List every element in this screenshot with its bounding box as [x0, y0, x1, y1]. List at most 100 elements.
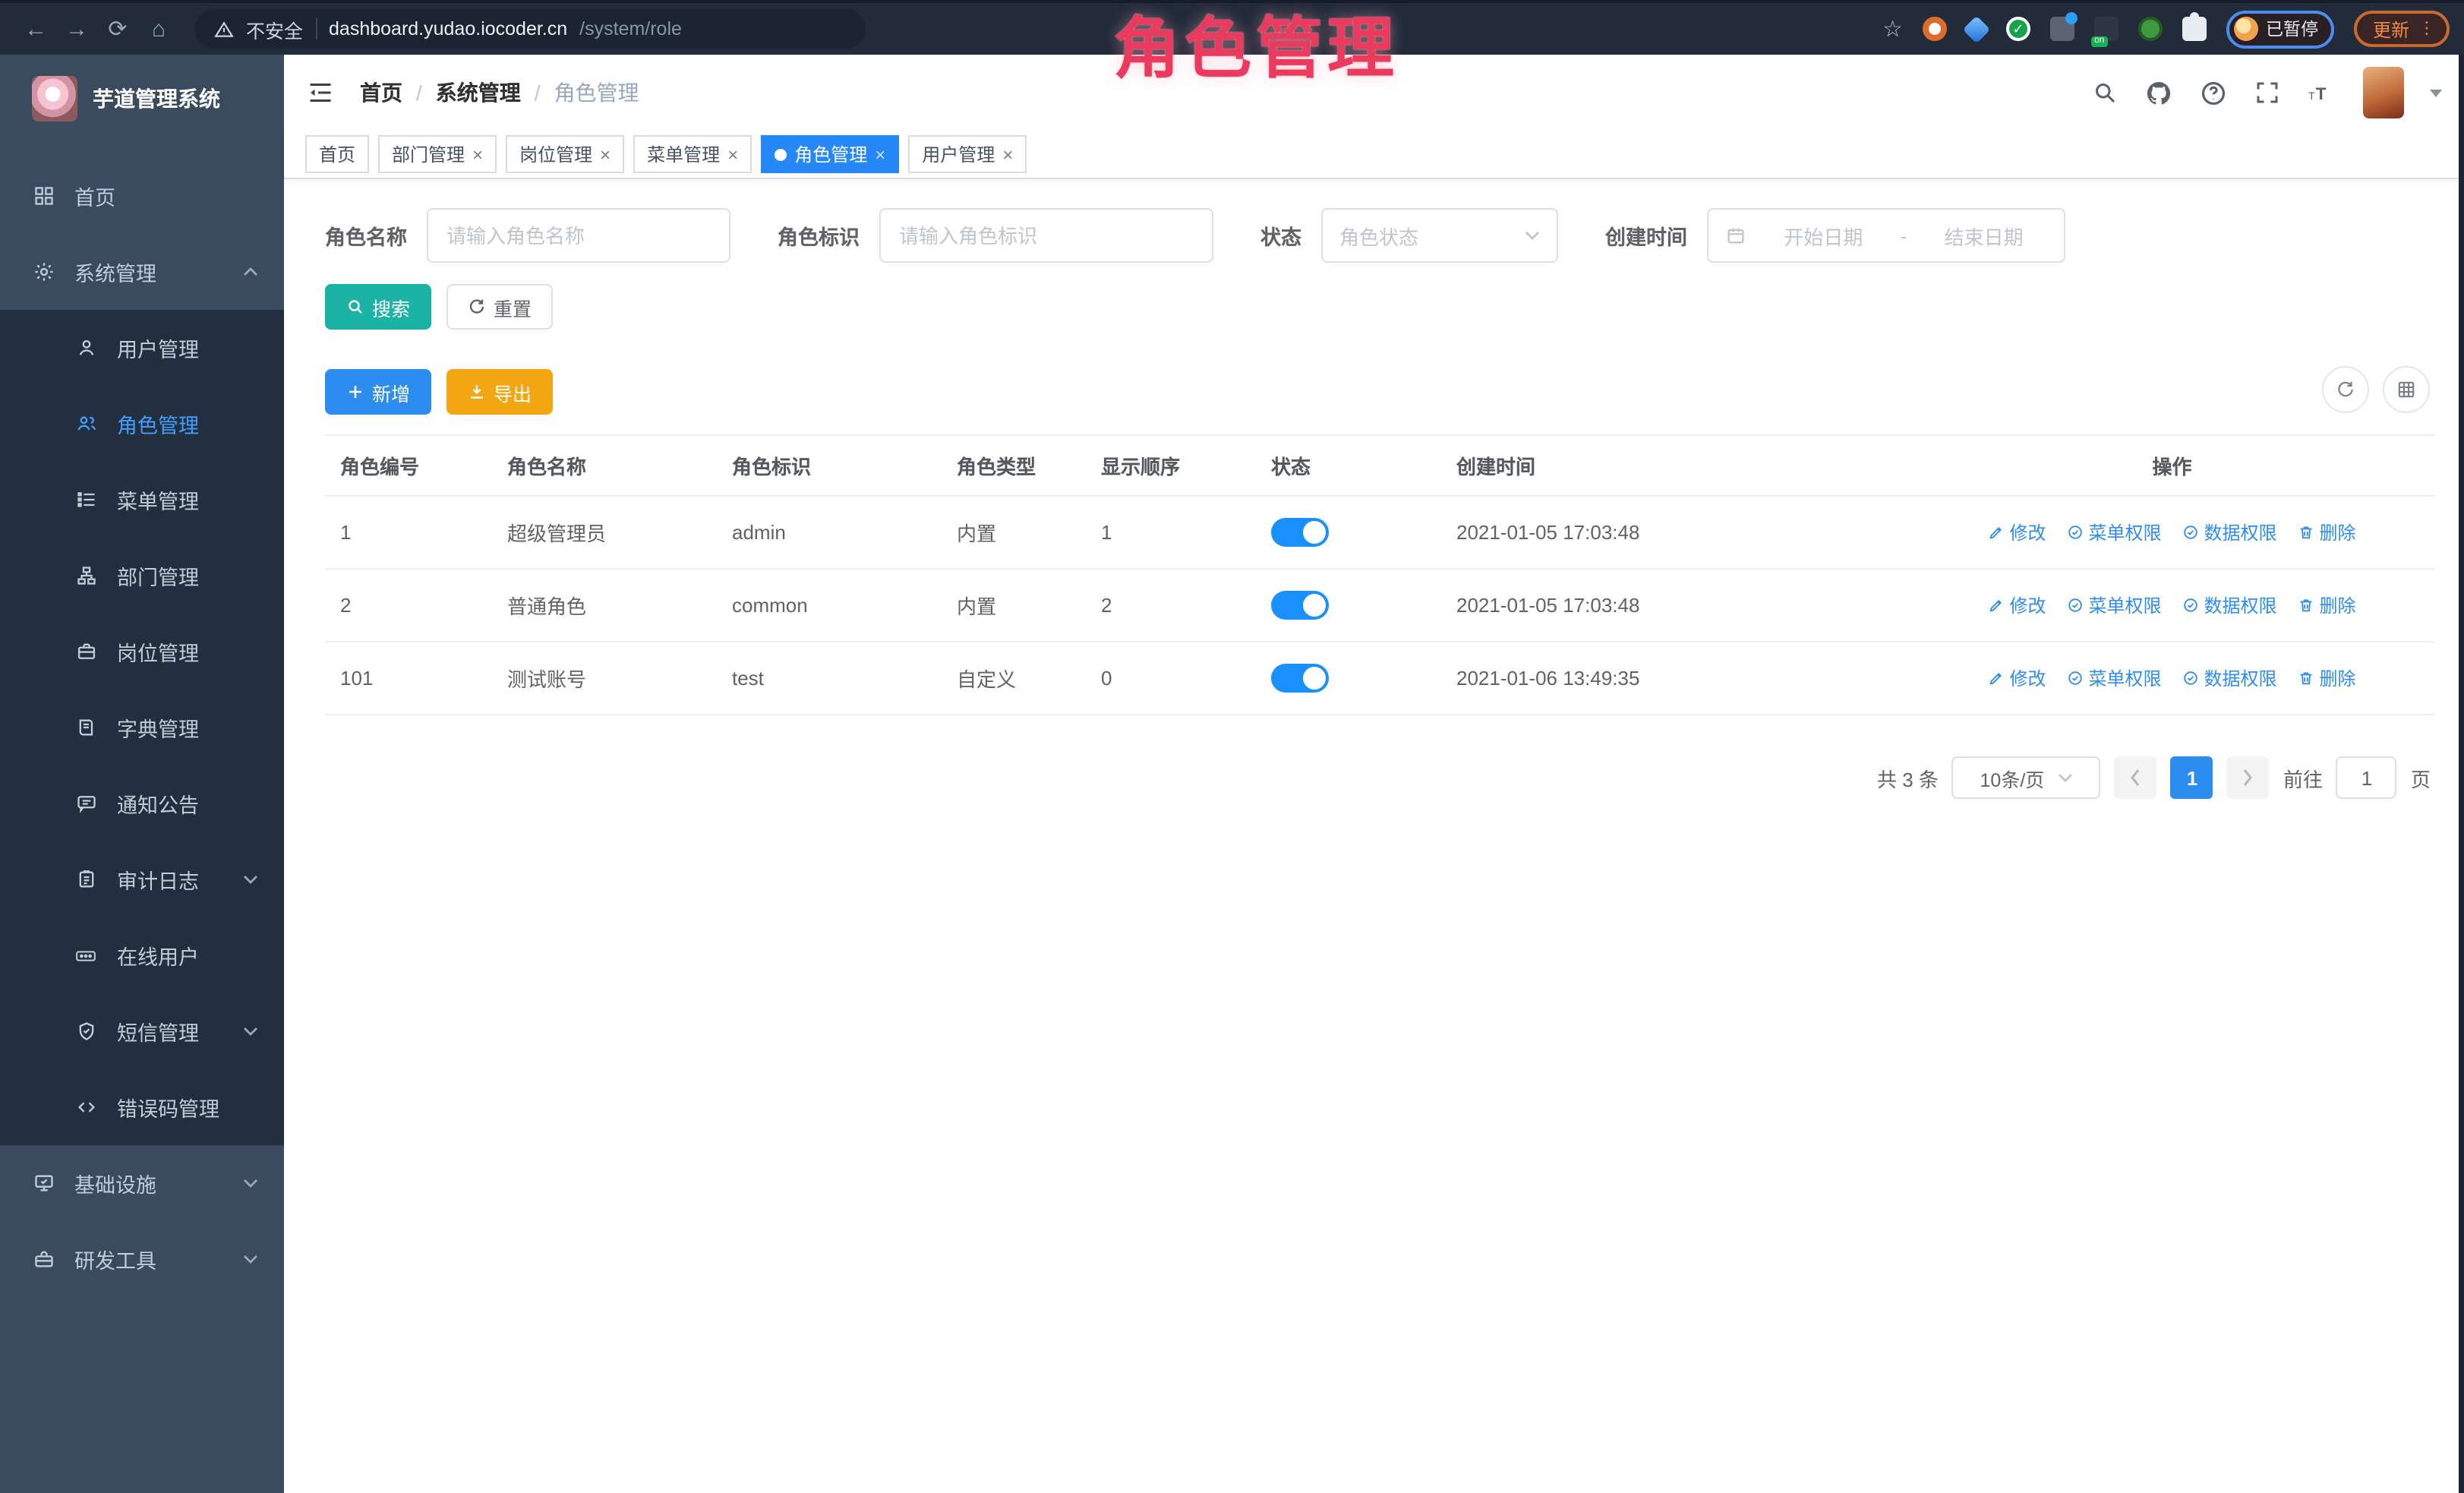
extension-icon[interactable]: [1923, 17, 1947, 41]
extensions-puzzle-icon[interactable]: [2182, 17, 2207, 41]
browser-menu-icon[interactable]: ⋮: [2418, 21, 2435, 36]
tab-users[interactable]: 用户管理: [908, 135, 1027, 173]
add-button[interactable]: 新增: [325, 369, 431, 415]
data-permission-link[interactable]: 数据权限: [2183, 592, 2277, 618]
sidebar-item-error-codes[interactable]: 错误码管理: [0, 1069, 284, 1145]
annotation-overlay-title: 角色管理: [1113, 0, 1399, 91]
close-icon[interactable]: [600, 145, 610, 163]
sidebar-item-users[interactable]: 用户管理: [0, 310, 284, 386]
help-icon[interactable]: [2198, 78, 2227, 107]
status-select-placeholder: 角色状态: [1339, 221, 1418, 250]
fullscreen-icon[interactable]: [2253, 79, 2280, 106]
role-name-input[interactable]: [427, 208, 730, 263]
sidebar-item-sms[interactable]: 短信管理: [0, 993, 284, 1069]
menu-permission-link[interactable]: 菜单权限: [2067, 519, 2161, 545]
close-icon[interactable]: [1002, 145, 1013, 163]
profile-avatar: [2234, 17, 2258, 41]
export-button[interactable]: 导出: [446, 369, 553, 415]
delete-link[interactable]: 删除: [2298, 665, 2356, 691]
bookmark-star-icon[interactable]: ☆: [1882, 15, 1903, 43]
role-key-input[interactable]: [879, 208, 1213, 263]
avatar-caret-down-icon[interactable]: [2429, 89, 2441, 96]
svg-text:T: T: [2315, 84, 2326, 103]
breadcrumb-system[interactable]: 系统管理: [436, 77, 521, 108]
page-1-button[interactable]: 1: [2171, 756, 2213, 799]
chevron-down-icon: [243, 1027, 258, 1036]
next-page-button[interactable]: [2227, 756, 2270, 799]
sidebar-item-online-users[interactable]: 在线用户: [0, 917, 284, 993]
close-icon[interactable]: [472, 145, 483, 163]
font-size-icon[interactable]: TT: [2306, 79, 2336, 106]
sidebar-item-posts[interactable]: 岗位管理: [0, 614, 284, 690]
extension-gem-icon[interactable]: [1963, 15, 1991, 43]
user-avatar[interactable]: [2362, 67, 2403, 118]
breadcrumb: 首页 / 系统管理 / 角色管理: [360, 77, 639, 108]
delete-link[interactable]: 删除: [2298, 592, 2356, 618]
sidebar-item-announcements[interactable]: 通知公告: [0, 765, 284, 841]
browser-home-icon[interactable]: ⌂: [138, 16, 179, 42]
page-unit-label: 页: [2411, 763, 2431, 792]
refresh-table-button[interactable]: [2321, 366, 2368, 413]
extension-monkey-icon[interactable]: [2138, 17, 2163, 41]
menu-permission-link[interactable]: 菜单权限: [2067, 592, 2161, 618]
browser-back-icon[interactable]: ←: [15, 16, 56, 42]
sidebar-item-infrastructure[interactable]: 基础设施: [0, 1145, 284, 1221]
edit-link[interactable]: 修改: [1988, 592, 2046, 618]
sidebar-item-audit-log[interactable]: 审计日志: [0, 841, 284, 917]
extension-icon[interactable]: on: [2094, 17, 2119, 41]
data-permission-link[interactable]: 数据权限: [2183, 665, 2277, 691]
sidebar-item-dictionary[interactable]: 字典管理: [0, 690, 284, 765]
edit-link[interactable]: 修改: [1988, 519, 2046, 545]
url-path: /system/role: [579, 18, 682, 39]
reset-button[interactable]: 重置: [446, 284, 553, 330]
tab-roles[interactable]: 角色管理: [761, 135, 899, 173]
hamburger-icon[interactable]: [307, 79, 334, 106]
browser-reload-icon[interactable]: ⟳: [97, 15, 138, 43]
extension-check-icon[interactable]: ✓: [2006, 17, 2030, 41]
browser-update-button[interactable]: 更新 ⋮: [2355, 11, 2449, 47]
audit-log-icon: [74, 868, 97, 891]
tab-posts[interactable]: 岗位管理: [506, 135, 624, 173]
tab-home[interactable]: 首页: [305, 135, 369, 173]
status-toggle[interactable]: [1271, 591, 1329, 620]
tab-departments[interactable]: 部门管理: [378, 135, 497, 173]
divider: [315, 18, 317, 39]
table-row: 1 超级管理员 admin 内置 1 2021-01-05 17:03:48 修…: [325, 496, 2434, 569]
status-toggle[interactable]: [1271, 518, 1329, 547]
page-size-select[interactable]: 10条/页: [1952, 756, 2101, 799]
sidebar-item-menus[interactable]: 菜单管理: [0, 462, 284, 538]
page-scrollbar[interactable]: [2458, 55, 2464, 1493]
sidebar-item-system[interactable]: 系统管理: [0, 234, 284, 310]
edit-link[interactable]: 修改: [1988, 665, 2046, 691]
delete-link[interactable]: 删除: [2298, 519, 2356, 545]
browser-profile-chip[interactable]: 已暂停: [2226, 10, 2335, 48]
tab-menus[interactable]: 菜单管理: [633, 135, 752, 173]
search-button[interactable]: 搜索: [325, 284, 431, 330]
sidebar-item-dev-tools[interactable]: 研发工具: [0, 1221, 284, 1297]
data-permission-link[interactable]: 数据权限: [2183, 519, 2277, 545]
date-start-placeholder: 开始日期: [1760, 221, 1887, 250]
app-title: 芋道管理系统: [93, 84, 220, 114]
sidebar-item-roles[interactable]: 角色管理: [0, 386, 284, 462]
close-icon[interactable]: [727, 145, 738, 163]
date-range-picker[interactable]: 开始日期 - 结束日期: [1707, 208, 2065, 263]
search-icon[interactable]: [2090, 79, 2118, 106]
sidebar-item-home[interactable]: 首页: [0, 158, 284, 234]
prev-page-button[interactable]: [2115, 756, 2157, 799]
chevron-down-icon: [2058, 773, 2073, 782]
close-icon[interactable]: [875, 145, 885, 163]
menu-list-icon: [74, 488, 97, 511]
breadcrumb-home[interactable]: 首页: [360, 77, 402, 108]
address-bar[interactable]: 不安全 dashboard.yudao.iocoder.cn/system/ro…: [194, 9, 866, 49]
sidebar-item-departments[interactable]: 部门管理: [0, 538, 284, 614]
goto-page-input[interactable]: [2336, 756, 2397, 799]
extension-icon[interactable]: [2050, 17, 2074, 41]
status-toggle[interactable]: [1271, 664, 1329, 693]
announcement-icon: [74, 792, 97, 815]
menu-permission-link[interactable]: 菜单权限: [2067, 665, 2161, 691]
pagination: 共 3 条 10条/页 1 前往 页: [325, 756, 2434, 799]
github-icon[interactable]: [2144, 78, 2172, 107]
column-settings-button[interactable]: [2382, 366, 2429, 413]
browser-forward-icon[interactable]: →: [56, 16, 97, 42]
status-select[interactable]: 角色状态: [1321, 208, 1558, 263]
